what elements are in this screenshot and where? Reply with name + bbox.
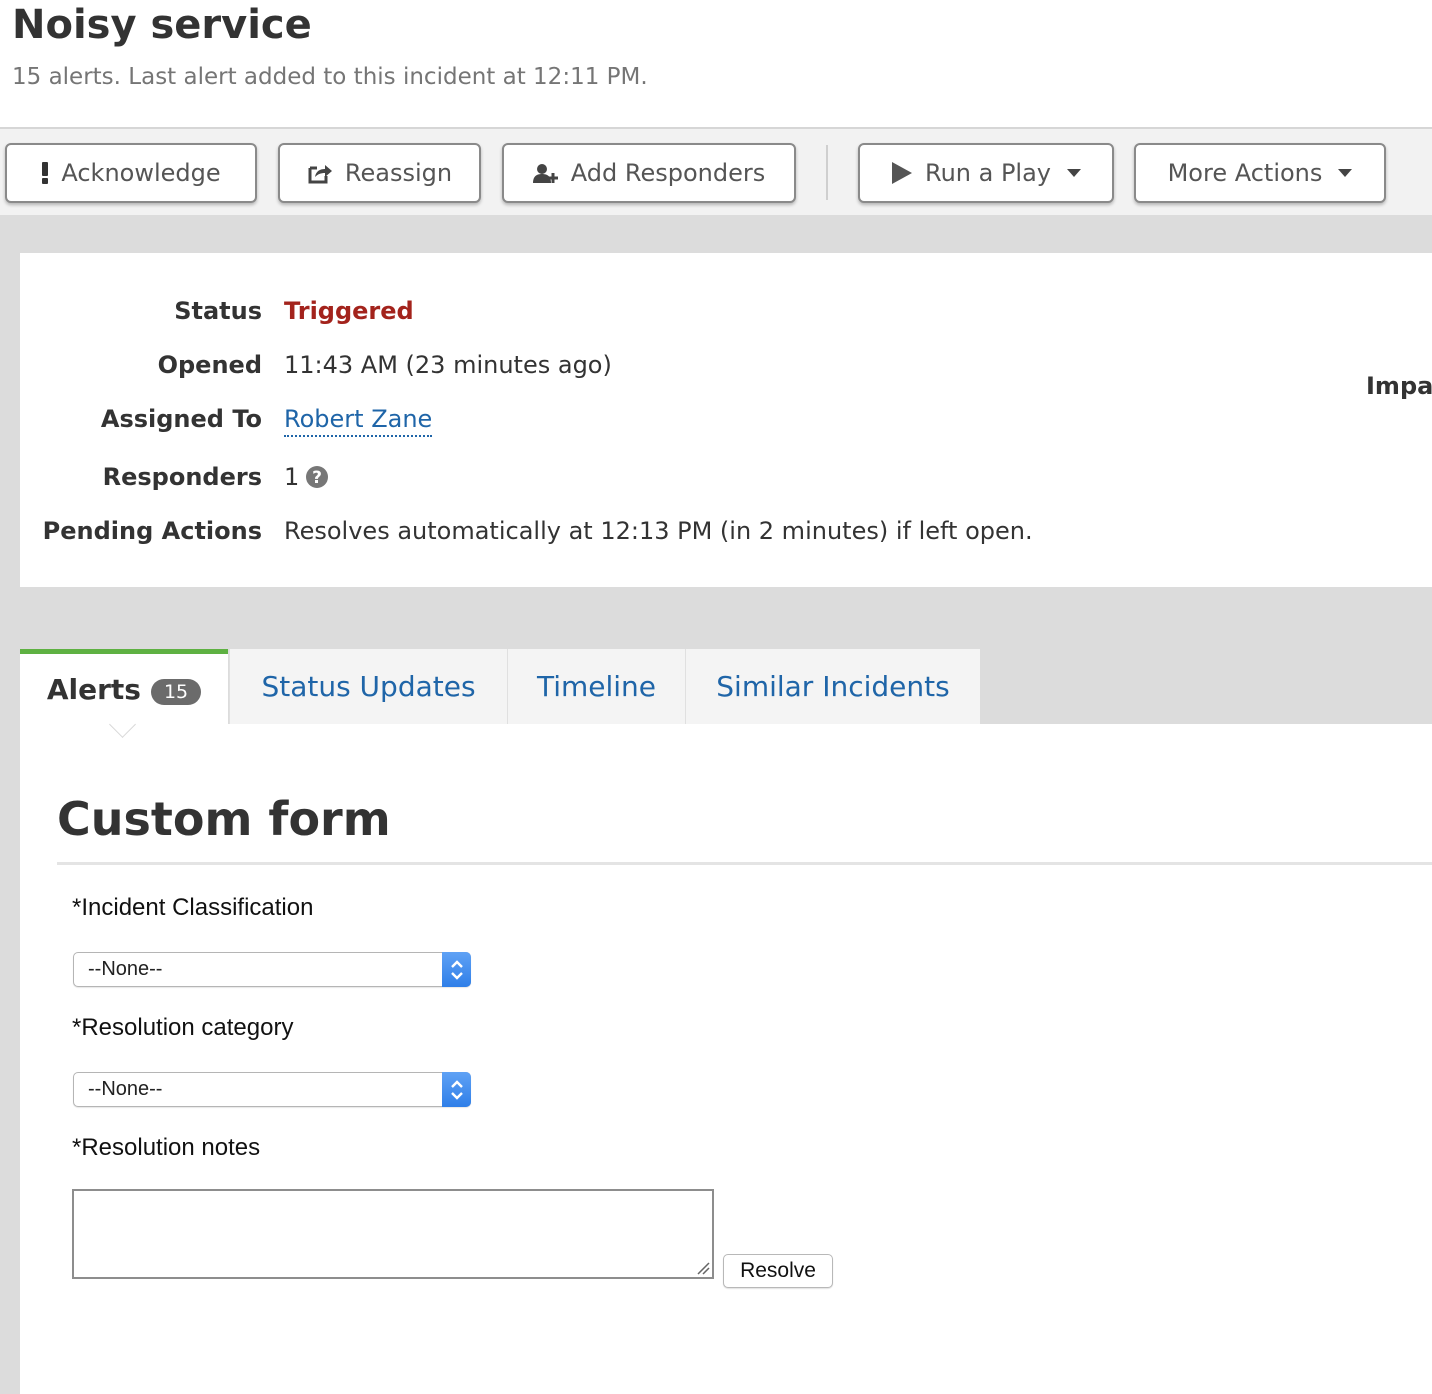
incident-classification-label: *Incident Classification <box>72 894 314 921</box>
add-responders-label: Add Responders <box>570 159 766 187</box>
tab-status-updates[interactable]: Status Updates <box>229 649 507 724</box>
opened-label: Opened <box>157 351 262 379</box>
more-actions-label: More Actions <box>1167 159 1323 187</box>
reassign-button[interactable]: Reassign <box>278 143 481 203</box>
responders-value: 1 ? <box>284 463 329 491</box>
tab-status-updates-label: Status Updates <box>261 670 476 703</box>
share-icon <box>308 165 332 184</box>
tab-alerts-label: Alerts <box>46 672 141 706</box>
tab-similar-incidents[interactable]: Similar Incidents <box>685 649 980 724</box>
responders-count: 1 <box>284 463 300 491</box>
add-responders-button[interactable]: Add Responders <box>502 143 796 203</box>
reassign-label: Reassign <box>344 159 453 187</box>
select-arrows-icon <box>442 1072 471 1107</box>
resolution-category-value: --None-- <box>88 1078 163 1100</box>
toolbar-divider <box>826 145 828 200</box>
form-title: Custom form <box>57 792 391 846</box>
assignee-name[interactable]: Robert Zane <box>284 405 433 437</box>
page-subtitle: 15 alerts. Last alert added to this inci… <box>12 64 648 90</box>
alerts-count-badge: 15 <box>150 679 202 705</box>
page-title: Noisy service <box>12 2 312 48</box>
tab-timeline-label: Timeline <box>536 670 657 703</box>
chevron-down-icon <box>1067 169 1082 177</box>
more-actions-button[interactable]: More Actions <box>1134 143 1386 203</box>
resolution-notes-textarea[interactable] <box>72 1189 714 1279</box>
exclamation-icon <box>42 162 49 184</box>
chevron-down-icon <box>1338 169 1353 177</box>
run-a-play-label: Run a Play <box>924 159 1052 187</box>
assigned-to-label: Assigned To <box>100 405 262 433</box>
responders-label: Responders <box>102 463 262 491</box>
assignee-link[interactable]: Robert Zane <box>284 405 433 437</box>
incident-classification-value: --None-- <box>88 958 163 980</box>
opened-value: 11:43 AM (23 minutes ago) <box>284 351 612 379</box>
pending-actions-label: Pending Actions <box>42 517 262 545</box>
incident-classification-select[interactable]: --None-- <box>73 952 471 987</box>
svg-text:?: ? <box>312 468 322 488</box>
select-arrows-icon <box>442 952 471 987</box>
run-a-play-button[interactable]: Run a Play <box>858 143 1114 203</box>
form-divider <box>57 862 1432 865</box>
play-icon <box>891 162 912 184</box>
resolution-category-label: *Resolution category <box>72 1014 294 1041</box>
resolution-category-select[interactable]: --None-- <box>73 1072 471 1107</box>
pending-actions-value: Resolves automatically at 12:13 PM (in 2… <box>284 517 1033 545</box>
resolve-button[interactable]: Resolve <box>723 1254 833 1288</box>
impact-label: Impa <box>1366 372 1432 400</box>
resolution-notes-label: *Resolution notes <box>72 1134 261 1161</box>
tab-timeline[interactable]: Timeline <box>507 649 685 724</box>
add-user-icon <box>532 164 558 183</box>
help-icon[interactable]: ? <box>305 465 329 489</box>
tab-similar-incidents-label: Similar Incidents <box>716 670 950 703</box>
status-badge: Triggered <box>284 297 414 325</box>
resize-grip-icon[interactable] <box>696 1261 710 1275</box>
status-label: Status <box>174 297 262 325</box>
acknowledge-label: Acknowledge <box>61 159 221 187</box>
acknowledge-button[interactable]: Acknowledge <box>5 143 257 203</box>
